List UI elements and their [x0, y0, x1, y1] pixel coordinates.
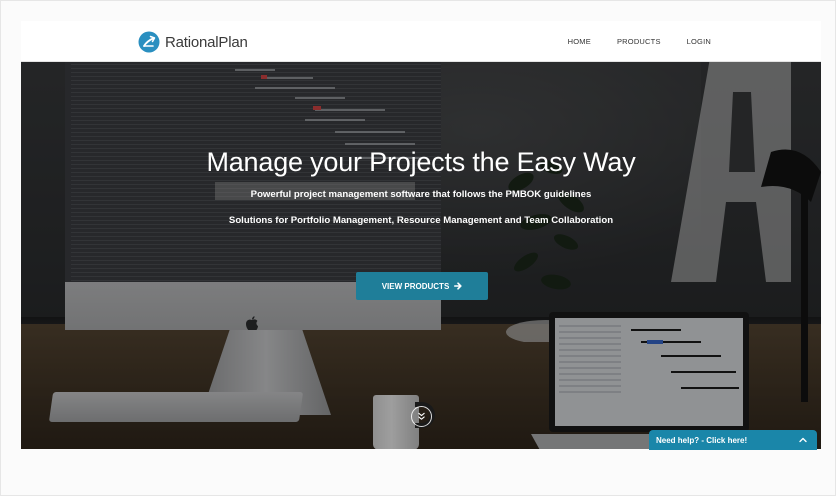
hero-subtitle-suffix: guidelines [541, 189, 592, 200]
hero-title: Manage your Projects the Easy Way [206, 147, 636, 177]
view-products-button[interactable]: VIEW PRODUCTS [356, 272, 488, 300]
landing-page: Manage your Projects the Easy Way Powerf… [21, 21, 821, 449]
hero-subtitle-prefix: Powerful project management software tha… [250, 189, 506, 200]
brand-name: RationalPlan [165, 33, 248, 51]
main-nav: HOME PRODUCTS LOGIN [568, 21, 711, 62]
brand-logo-link[interactable]: RationalPlan [138, 30, 248, 54]
nav-home-link[interactable]: HOME [568, 37, 591, 46]
help-chat-widget[interactable]: Need help? - Click here! [649, 430, 817, 450]
hero-section: Manage your Projects the Easy Way Powerf… [21, 62, 821, 449]
hero-subtitle-pmbok: PMBOK [505, 189, 542, 200]
view-products-label: VIEW PRODUCTS [381, 281, 450, 291]
rationalplan-logo-icon [138, 31, 160, 53]
help-widget-label: Need help? - Click here! [656, 435, 748, 445]
top-navbar: RationalPlan HOME PRODUCTS LOGIN [21, 21, 821, 62]
hero-dark-overlay [21, 62, 821, 449]
nav-login-link[interactable]: LOGIN [687, 37, 711, 46]
double-chevron-down-icon [418, 412, 425, 420]
arrow-right-icon [454, 282, 462, 290]
hero-subtitle: Powerful project management software tha… [21, 189, 821, 200]
chevron-up-icon [799, 437, 807, 443]
hero-subtitle-solutions: Solutions for Portfolio Management, Reso… [228, 215, 614, 226]
browser-viewport: Manage your Projects the Easy Way Powerf… [0, 0, 836, 496]
scroll-down-button[interactable] [411, 406, 432, 427]
nav-products-link[interactable]: PRODUCTS [617, 37, 661, 46]
